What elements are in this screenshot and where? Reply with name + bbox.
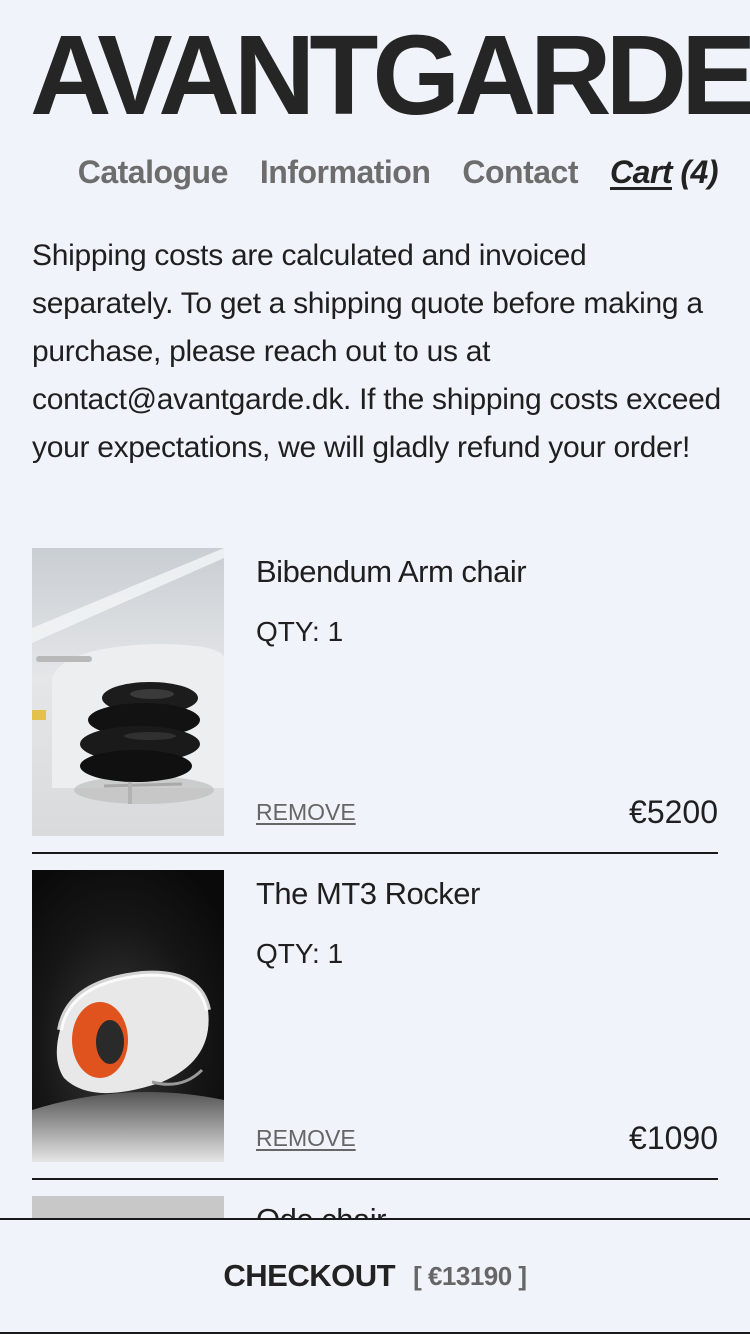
product-image-bibendum[interactable]	[32, 548, 224, 836]
nav-cart-link[interactable]: Cart (4)	[609, 152, 719, 192]
item-divider	[32, 852, 718, 854]
checkout-button[interactable]: CHECKOUT [ €13190 ]	[0, 1218, 750, 1334]
nav-information-link[interactable]: Information	[260, 152, 431, 192]
product-qty: QTY: 1	[256, 616, 344, 647]
cart-label: Cart	[609, 154, 673, 190]
checkout-total: [ €13190 ]	[413, 1260, 527, 1291]
remove-button[interactable]: REMOVE	[256, 1124, 356, 1152]
product-name[interactable]: Bibendum Arm chair	[256, 554, 527, 590]
checkout-label: CHECKOUT	[223, 1258, 396, 1293]
remove-button[interactable]: REMOVE	[256, 798, 356, 826]
item-divider	[32, 1178, 718, 1180]
cart-item: The MT3 Rocker QTY: 1 REMOVE €1090	[32, 870, 718, 1162]
black-leather-armchair-photo	[32, 548, 224, 836]
shipping-notice: Shipping costs are calculated and invoic…	[32, 239, 721, 464]
cart-count-badge: (4)	[680, 154, 718, 190]
cart-item: Bibendum Arm chair QTY: 1 REMOVE €5200	[32, 548, 718, 836]
brand-logo[interactable]: AVANTGARDE	[30, 19, 750, 132]
nav-contact-link[interactable]: Contact	[462, 152, 578, 192]
product-name[interactable]: The MT3 Rocker	[256, 876, 480, 912]
product-price: €1090	[629, 1120, 718, 1156]
white-orange-rocker-chair-photo	[32, 870, 224, 1162]
cart-page: AVANTGARDE Catalogue Information Contact…	[0, 0, 750, 1334]
product-image-mt3[interactable]	[32, 870, 224, 1162]
nav-catalogue-link[interactable]: Catalogue	[78, 152, 229, 192]
product-qty: QTY: 1	[256, 938, 344, 969]
product-price: €5200	[629, 794, 718, 830]
main-nav: Catalogue Information Contact Cart (4)	[78, 152, 719, 192]
